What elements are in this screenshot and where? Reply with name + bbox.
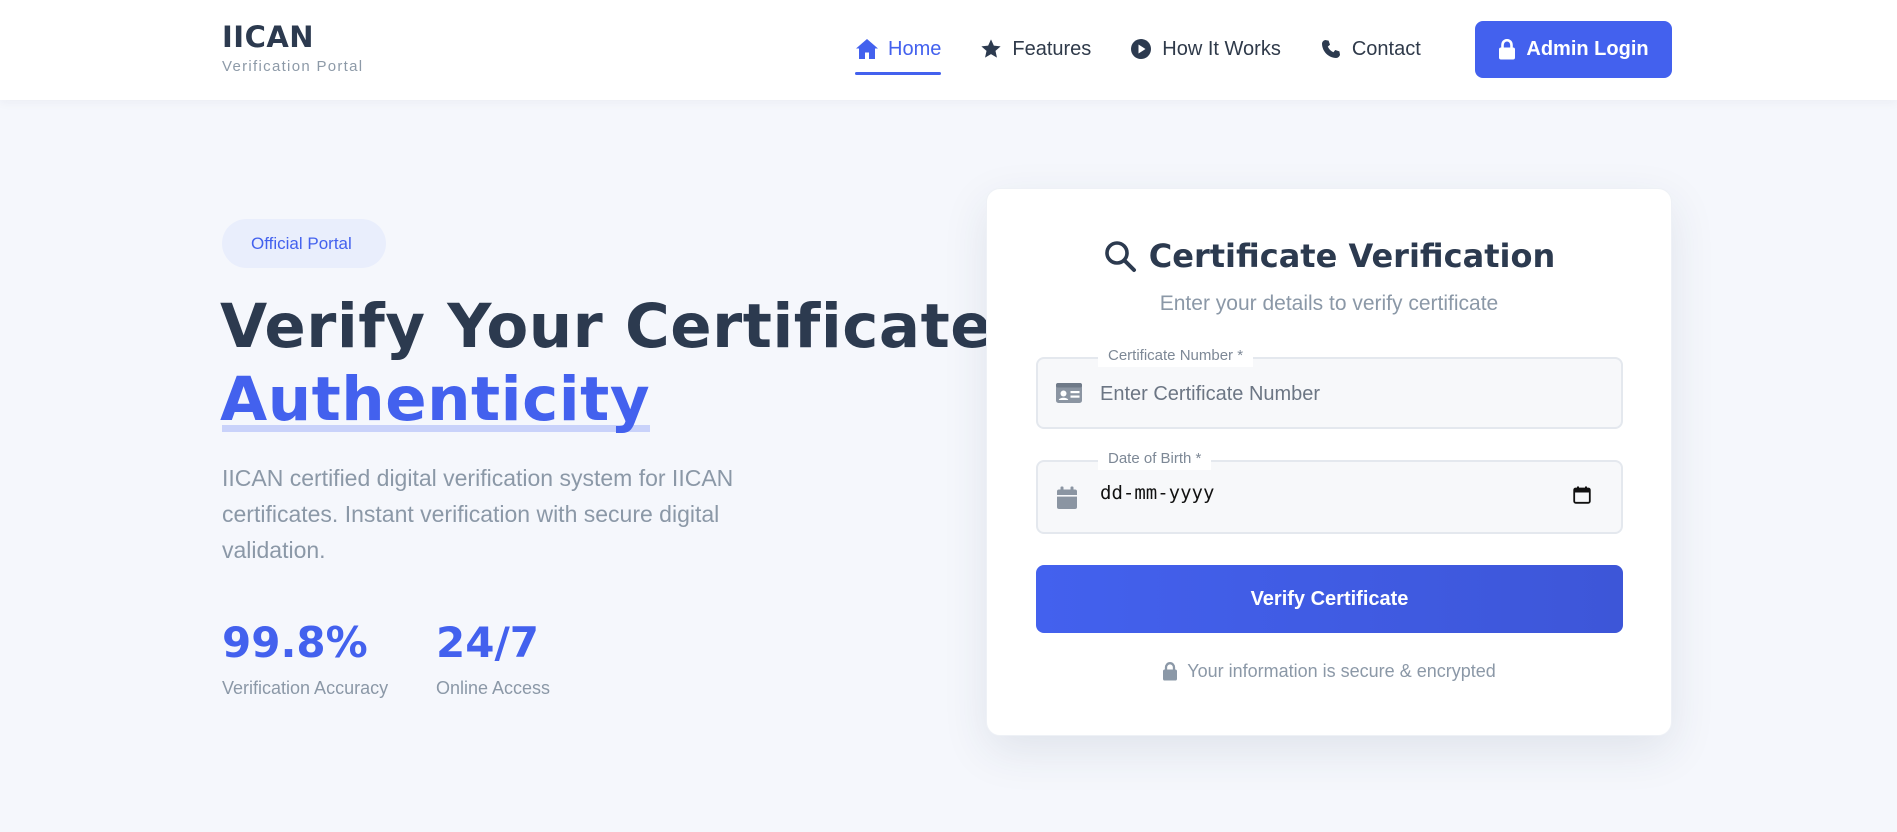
lock-icon [1162,662,1178,681]
card-subtitle: Enter your details to verify certificate [1159,292,1499,315]
secure-note-text: Your information is secure & encrypted [1187,661,1496,681]
calendar-icon [1056,486,1078,510]
nav-item-contact[interactable]: Contact [1319,31,1421,67]
nav-item-label: Home [888,37,942,60]
certificate-number-input[interactable] [1100,377,1570,411]
card-title-text: Certificate Verification [1148,237,1556,275]
date-of-birth-input[interactable]: dd-mm-yyyy [1100,482,1214,504]
stat-value: 99.8% [222,618,368,667]
stat-online-access: 24/7 Online Access [436,618,550,699]
phone-icon [1319,37,1343,61]
nav-item-label: Contact [1351,37,1421,60]
hero-description: IICAN certified digital verification sys… [222,465,734,563]
calendar-picker-icon[interactable] [1573,486,1591,504]
certificate-number-label: Certificate Number * [1098,345,1254,367]
stat-label: Online Access [436,678,551,698]
admin-login-label: Admin Login [1526,38,1649,60]
certificate-number-field[interactable]: Certificate Number * [1036,345,1623,429]
nav-item-home[interactable]: Home [855,31,942,75]
verify-certificate-button[interactable]: Verify Certificate [1036,565,1623,633]
top-navbar: IICAN Verification Portal Home Features … [0,0,1897,100]
lock-icon [1498,39,1516,60]
verification-card: Certificate Verification Enter your deta… [986,188,1672,736]
brand-logo[interactable]: IICAN Verification Portal [222,20,363,75]
date-of-birth-field[interactable]: Date of Birth * dd-mm-yyyy [1036,448,1623,534]
nav-item-how-it-works[interactable]: How It Works [1129,31,1281,67]
home-icon [855,37,879,61]
brand-title: IICAN [222,20,315,54]
stat-label: Verification Accuracy [222,678,389,698]
play-circle-icon [1129,37,1153,61]
nav-item-label: How It Works [1162,37,1281,60]
main-nav: Home Features How It Works Contact [855,31,1459,75]
card-title: Certificate Verification [987,237,1671,275]
official-portal-badge: Official Portal [222,219,386,268]
star-icon [979,37,1003,61]
secure-note: Your information is secure & encrypted [987,661,1671,682]
brand-subtitle: Verification Portal [222,58,364,75]
search-icon [1103,239,1137,273]
id-card-icon [1055,381,1083,405]
nav-item-features[interactable]: Features [979,31,1091,67]
stat-accuracy: 99.8% Verification Accuracy [222,618,388,699]
hero-title-line: Verify Your Certificate [220,291,993,362]
hero-title-accent: Authenticity [220,364,651,435]
nav-item-label: Features [1012,37,1092,60]
admin-login-button[interactable]: Admin Login [1475,21,1672,78]
date-of-birth-label: Date of Birth * [1098,448,1212,470]
hero-title: Verify Your Certificate Authenticity [220,290,992,436]
stat-value: 24/7 [436,618,540,667]
